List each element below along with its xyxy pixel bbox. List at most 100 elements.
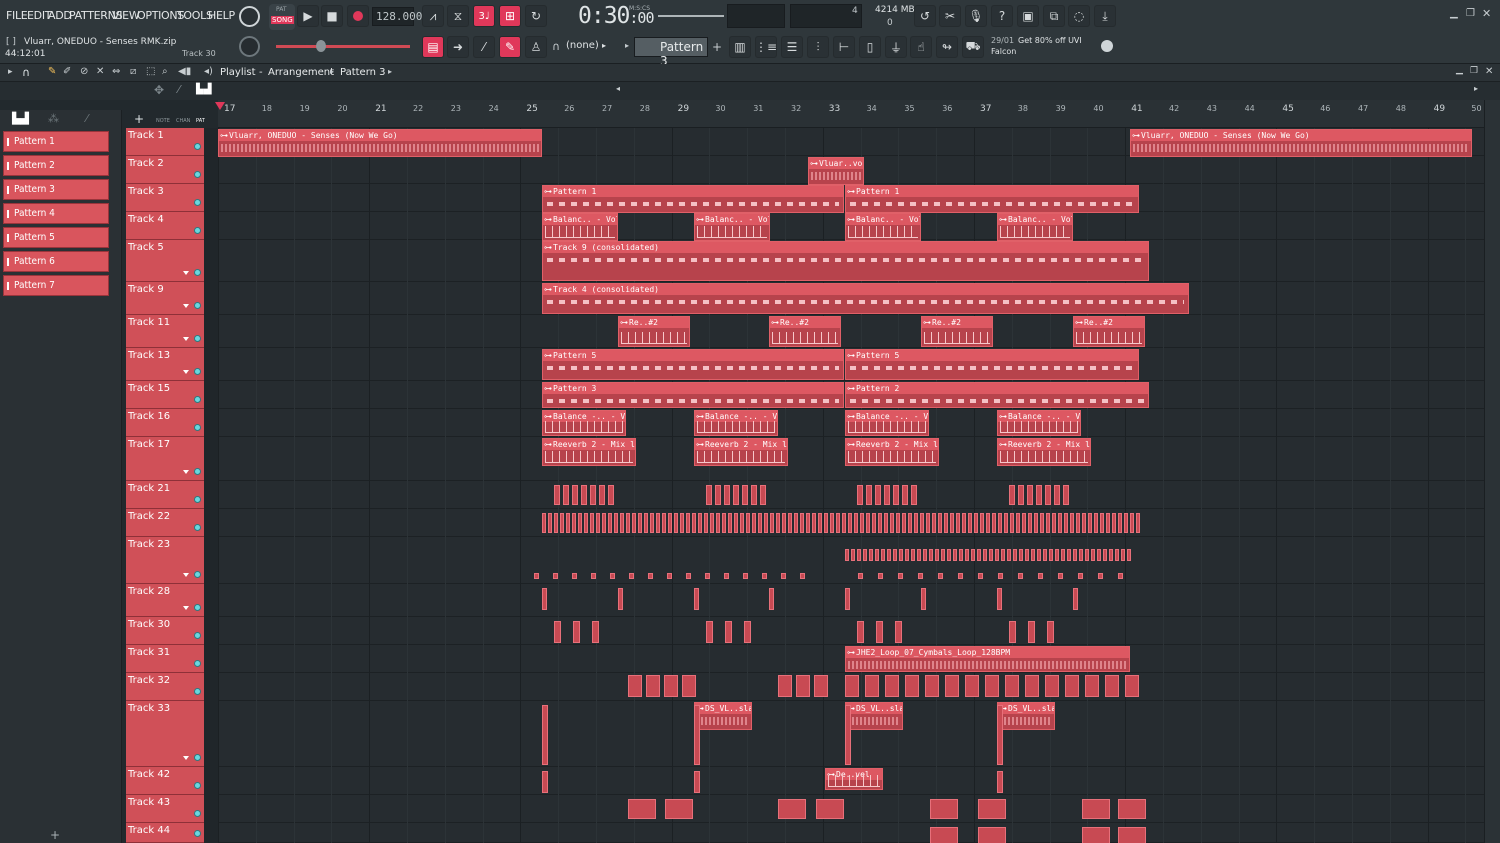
track-header[interactable]: Track 15 (126, 381, 204, 409)
mini-clip[interactable] (1127, 549, 1131, 561)
mini-clip[interactable] (733, 485, 739, 505)
mini-clip[interactable] (778, 675, 792, 697)
tracking-button[interactable]: ↬ (936, 36, 958, 58)
mini-clip[interactable] (893, 485, 899, 505)
mini-clip[interactable] (638, 513, 642, 533)
mini-clip[interactable] (762, 573, 767, 579)
track-header[interactable]: Track 42 (126, 767, 204, 795)
mini-clip[interactable] (608, 485, 614, 505)
news-sub[interactable]: Falcon (991, 47, 1016, 56)
mini-clip[interactable] (602, 513, 606, 533)
mini-clip[interactable] (1018, 573, 1023, 579)
stamp-button[interactable]: ♙ (525, 36, 547, 58)
pattern-item[interactable]: Pattern 5 (3, 227, 109, 248)
mini-clip[interactable] (710, 513, 714, 533)
track-expand-icon[interactable] (183, 470, 189, 474)
paint-tool-icon[interactable]: ✐ (63, 66, 71, 77)
track-header[interactable]: Track 32 (126, 673, 204, 701)
song-position-slider[interactable] (658, 15, 724, 17)
mini-clip[interactable] (1025, 675, 1039, 697)
mini-clip[interactable] (694, 771, 700, 793)
pattern-prev-icon[interactable]: ▸ (625, 41, 629, 50)
pattern-item[interactable]: Pattern 3 (3, 179, 109, 200)
mini-clip[interactable] (881, 549, 885, 561)
mini-clip[interactable] (950, 513, 954, 533)
mini-clip[interactable] (830, 513, 834, 533)
track-header[interactable]: Track 17 (126, 437, 204, 481)
mini-clip[interactable] (1118, 827, 1146, 843)
mini-clip[interactable] (911, 549, 915, 561)
restore-app-icon[interactable]: ❐ (1466, 8, 1475, 19)
playlist-clip[interactable]: Reeverb 2 - Mix level (997, 438, 1091, 466)
news-text[interactable]: Get 80% off UVI (1018, 36, 1082, 45)
playlist-clip[interactable]: Pattern 5 (542, 349, 844, 380)
mini-clip[interactable] (698, 513, 702, 533)
mini-clip[interactable] (1034, 513, 1038, 533)
track-header[interactable]: Track 28 (126, 584, 204, 617)
track-expand-icon[interactable] (183, 271, 189, 275)
playlist-clip[interactable]: Re..#2 (1073, 316, 1145, 347)
mini-clip[interactable] (751, 485, 757, 505)
track-header[interactable]: Track 43 (126, 795, 204, 823)
mini-clip[interactable] (1046, 513, 1050, 533)
playlist-clip[interactable]: Pattern 2 (845, 382, 1149, 408)
mini-clip[interactable] (686, 573, 691, 579)
playlist-clip[interactable]: Reeverb 2 - Mix level (694, 438, 788, 466)
mini-clip[interactable] (534, 573, 539, 579)
mini-clip[interactable] (932, 513, 936, 533)
playlist-clip[interactable]: DS_VL..slash (997, 702, 1055, 730)
track-header[interactable]: Track 33 (126, 701, 204, 767)
mini-clip[interactable] (872, 513, 876, 533)
mini-clip[interactable] (572, 485, 578, 505)
mini-clip[interactable] (1036, 485, 1042, 505)
help-button[interactable]: ? (991, 5, 1013, 27)
track-led-icon[interactable] (194, 830, 201, 837)
playlist-clip[interactable]: Re..#2 (921, 316, 993, 347)
playlist-clip[interactable]: Balance -.. - Volume (694, 410, 778, 436)
vertical-scrollbar[interactable] (1484, 100, 1500, 843)
mini-clip[interactable] (921, 588, 926, 610)
mini-clip[interactable] (893, 549, 897, 561)
mini-clip[interactable] (920, 513, 924, 533)
mini-clip[interactable] (724, 573, 729, 579)
mini-clip[interactable] (962, 513, 966, 533)
playlist-menu-arrow-icon[interactable]: ▸ (8, 67, 13, 77)
mini-clip[interactable] (618, 588, 623, 610)
mini-clip[interactable] (885, 675, 899, 697)
menu-help[interactable]: HELP (208, 9, 235, 22)
mini-clip[interactable] (1124, 513, 1128, 533)
pattern-item[interactable]: Pattern 1 (3, 131, 109, 152)
playlist-clip[interactable]: Vluarr, ONEDUO - Senses (Now We Go) (218, 129, 542, 157)
mini-clip[interactable] (1013, 549, 1017, 561)
mini-clip[interactable] (1027, 485, 1033, 505)
plugin-button[interactable]: ⏚ (885, 36, 907, 58)
mini-clip[interactable] (542, 705, 548, 765)
loop-record-button[interactable]: ↻ (525, 5, 547, 27)
mini-clip[interactable] (997, 771, 1003, 793)
mini-clip[interactable] (845, 675, 859, 697)
mini-clip[interactable] (646, 675, 660, 697)
track-header[interactable]: Track 23 (126, 537, 204, 584)
mini-clip[interactable] (1019, 549, 1023, 561)
mini-clip[interactable] (620, 513, 624, 533)
mixer-button[interactable]: ⫶ (807, 36, 829, 58)
mini-clip[interactable] (1007, 549, 1011, 561)
master-volume-knob[interactable] (239, 6, 260, 27)
mini-clip[interactable] (1118, 799, 1146, 819)
mini-clip[interactable] (553, 573, 558, 579)
mini-clip[interactable] (629, 573, 634, 579)
mini-clip[interactable] (554, 621, 561, 643)
mini-clip[interactable] (925, 675, 939, 697)
play-button[interactable]: ▶ (297, 5, 319, 27)
breadcrumb-pattern[interactable]: Pattern 3 (340, 67, 386, 78)
track-led-icon[interactable] (194, 688, 201, 695)
mini-clip[interactable] (1037, 549, 1041, 561)
mini-clip[interactable] (740, 513, 744, 533)
track-led-icon[interactable] (194, 302, 201, 309)
mini-clip[interactable] (632, 513, 636, 533)
playlist-window-button[interactable]: ▥ (729, 36, 751, 58)
pattern-item[interactable]: Pattern 7 (3, 275, 109, 296)
mini-clip[interactable] (1109, 549, 1113, 561)
playlist-clip[interactable]: Pattern 5 (845, 349, 1139, 380)
mini-clip[interactable] (974, 513, 978, 533)
